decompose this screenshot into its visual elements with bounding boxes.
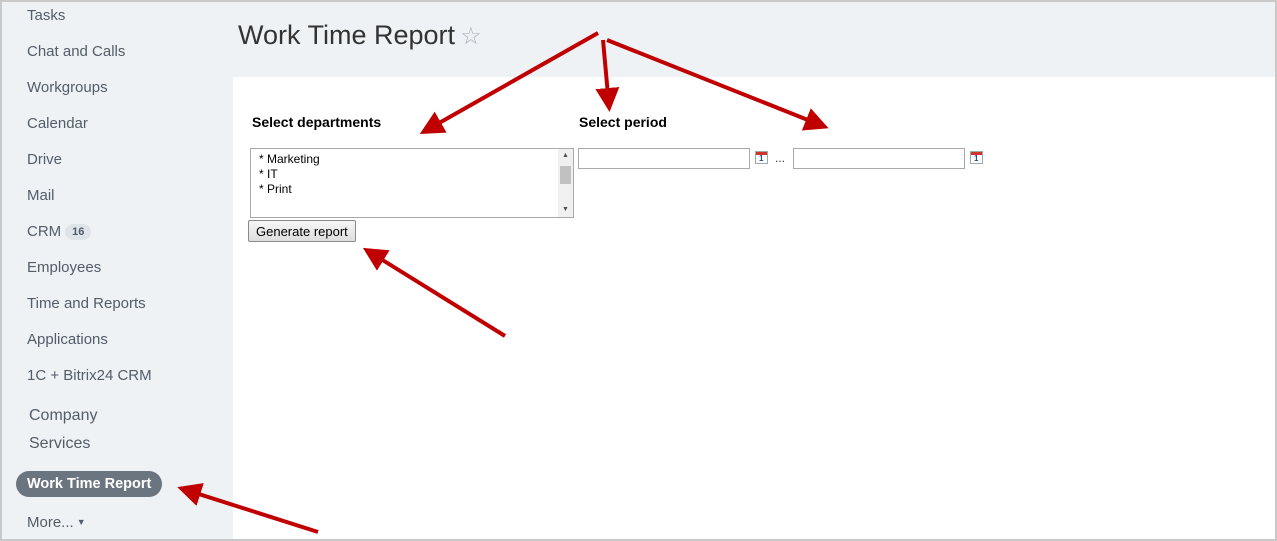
annotation-arrow xyxy=(362,247,507,338)
annotation-arrow xyxy=(606,38,829,131)
annotation-arrow xyxy=(419,31,599,134)
annotation-arrows xyxy=(177,31,829,534)
annotation-arrow xyxy=(595,39,620,112)
annotation-arrow xyxy=(177,483,319,534)
